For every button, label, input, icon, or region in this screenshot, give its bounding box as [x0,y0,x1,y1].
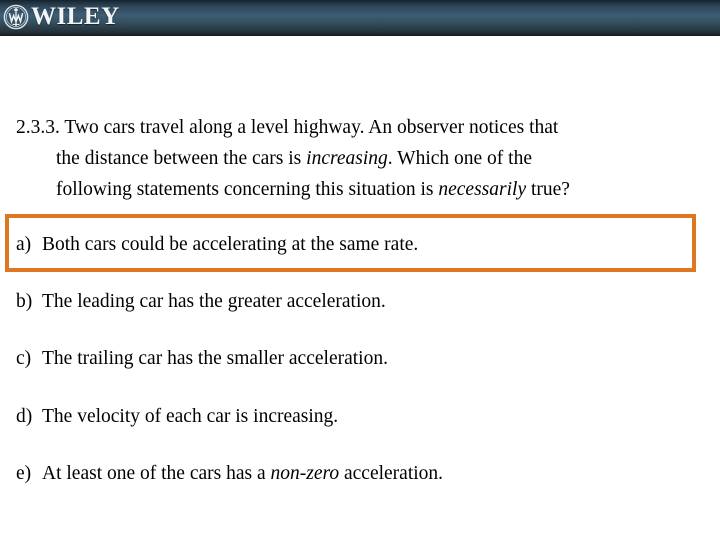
answer-choice-d-text: The velocity of each car is increasing. [42,406,339,427]
answer-choice-a-text: Both cars could be accelerating at the s… [42,234,419,255]
answer-choice-b-marker: b) [16,291,33,312]
header-brand-group: WILEY [0,0,720,34]
question-line-3: following statements concerning this sit… [16,174,704,205]
answer-choice-a[interactable]: a) Both cars could be accelerating at the… [16,232,418,258]
answer-choice-e-text-post: acceleration. [339,463,444,484]
question-line-3-emphasis: necessarily [438,179,527,200]
answer-choice-e-marker: e) [16,463,32,484]
answer-choice-e[interactable]: e) At least one of the cars has a non-zer… [16,461,443,487]
slide-content-area: 2.3.3. Two cars travel along a level hig… [0,36,720,540]
question-line-2-post: . Which one of the [387,148,532,169]
answer-choice-a-marker: a) [16,234,32,255]
question-line-2-pre: the distance between the cars is [56,148,307,169]
answer-choice-b[interactable]: b) The leading car has the greater accele… [16,289,386,315]
answer-choice-e-text-emphasis: non-zero [270,463,340,484]
question-stem: 2.3.3. Two cars travel along a level hig… [16,112,704,205]
wiley-crest-emblem-icon [3,4,29,30]
question-line-2: the distance between the cars is increas… [16,143,704,174]
answer-choice-c-text: The trailing car has the smaller acceler… [42,348,388,369]
wiley-header-bar: WILEY [0,0,720,36]
question-line-3-post: true? [526,179,570,200]
answer-choice-c[interactable]: c) The trailing car has the smaller accel… [16,346,388,372]
question-line-1: 2.3.3. Two cars travel along a level hig… [16,117,559,138]
answer-choice-c-marker: c) [16,348,32,369]
wiley-wordmark: WILEY [31,2,120,30]
question-line-2-emphasis: increasing [306,148,388,169]
answer-choice-d[interactable]: d) The velocity of each car is increasing… [16,404,338,430]
answer-choice-b-text: The leading car has the greater accelera… [42,291,386,312]
question-line-3-pre: following statements concerning this sit… [56,179,439,200]
answer-choice-d-marker: d) [16,406,33,427]
answer-choice-e-text-pre: At least one of the cars has a [42,463,271,484]
